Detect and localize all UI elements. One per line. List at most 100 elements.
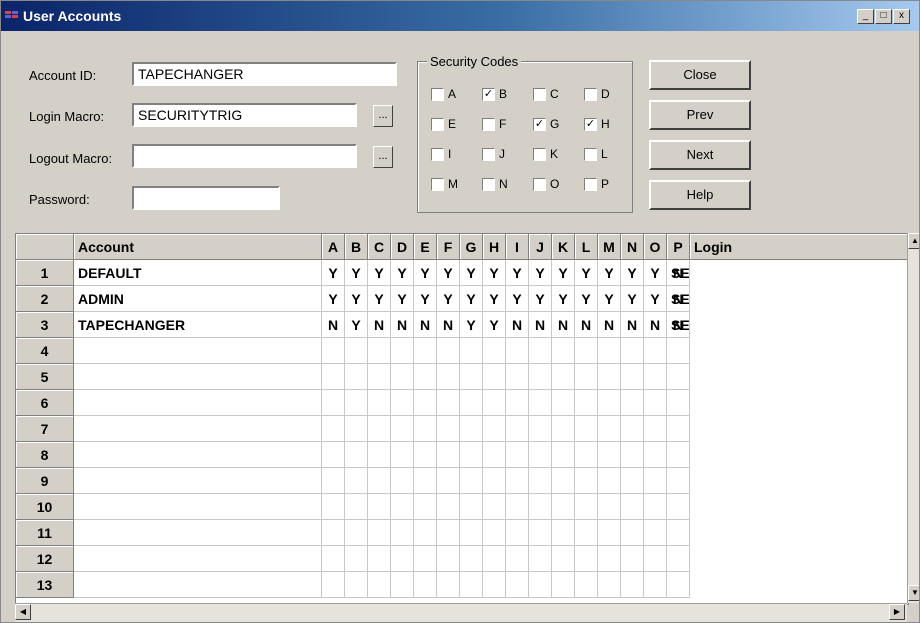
column-header-l[interactable]: L [575,234,598,260]
code-checkbox-a[interactable] [431,88,444,101]
code-cell[interactable] [506,364,529,390]
code-cell[interactable]: N [621,312,644,338]
code-cell[interactable] [483,390,506,416]
accounts-grid[interactable]: Account A B C D E F G H I J K L M N O P Login 1 DEFAULT Y Y Y Y… [15,233,909,605]
column-header-account[interactable]: Account [74,234,322,260]
code-checkbox-h[interactable]: ✓ [584,118,597,131]
code-cell[interactable] [368,338,391,364]
code-cell[interactable]: Y [460,260,483,286]
code-cell[interactable] [575,520,598,546]
code-cell[interactable] [483,520,506,546]
code-checkbox-l[interactable] [584,148,597,161]
code-cell[interactable] [575,338,598,364]
close-button[interactable]: Close [649,60,751,90]
code-cell[interactable] [529,546,552,572]
login-cell[interactable] [667,494,690,520]
code-cell[interactable]: Y [368,286,391,312]
code-cell[interactable] [529,468,552,494]
code-cell[interactable]: Y [575,286,598,312]
code-cell[interactable] [621,364,644,390]
column-header-j[interactable]: J [529,234,552,260]
account-cell[interactable] [74,494,322,520]
code-cell[interactable] [552,338,575,364]
account-cell[interactable] [74,546,322,572]
vertical-scrollbar[interactable]: ▲ ▼ [907,233,919,603]
code-cell[interactable]: Y [391,260,414,286]
code-checkbox-p[interactable] [584,178,597,191]
code-cell[interactable]: Y [368,260,391,286]
code-cell[interactable] [621,416,644,442]
code-checkbox-k[interactable] [533,148,546,161]
code-cell[interactable] [414,468,437,494]
code-cell[interactable] [437,520,460,546]
code-cell[interactable] [345,364,368,390]
code-cell[interactable] [621,546,644,572]
code-cell[interactable] [460,572,483,598]
scroll-down-icon[interactable]: ▼ [908,585,919,601]
code-cell[interactable] [414,546,437,572]
code-cell[interactable] [437,442,460,468]
code-cell[interactable]: Y [414,286,437,312]
code-cell[interactable]: N [437,312,460,338]
login-cell[interactable] [667,468,690,494]
code-cell[interactable] [575,468,598,494]
code-cell[interactable] [575,494,598,520]
logout-macro-field[interactable] [132,144,357,168]
code-cell[interactable] [322,520,345,546]
code-cell[interactable] [552,442,575,468]
code-cell[interactable] [322,572,345,598]
code-cell[interactable] [506,442,529,468]
code-cell[interactable] [644,416,667,442]
code-cell[interactable] [322,364,345,390]
code-cell[interactable] [506,546,529,572]
column-header-b[interactable]: B [345,234,368,260]
code-cell[interactable] [391,520,414,546]
code-checkbox-o[interactable] [533,178,546,191]
code-cell[interactable] [345,546,368,572]
code-cell[interactable] [345,494,368,520]
code-cell[interactable] [483,416,506,442]
code-cell[interactable] [322,494,345,520]
code-cell[interactable] [644,572,667,598]
account-cell[interactable] [74,468,322,494]
code-checkbox-f[interactable] [482,118,495,131]
code-cell[interactable] [529,364,552,390]
code-cell[interactable]: Y [345,312,368,338]
help-button[interactable]: Help [649,180,751,210]
code-cell[interactable] [368,494,391,520]
account-cell[interactable] [74,442,322,468]
code-cell[interactable] [529,442,552,468]
login-cell[interactable]: SECURITYTRIG [667,286,690,312]
row-header[interactable]: 3 [16,312,74,338]
code-cell[interactable] [621,338,644,364]
code-cell[interactable] [575,546,598,572]
code-cell[interactable] [644,442,667,468]
code-cell[interactable] [345,390,368,416]
code-cell[interactable]: Y [621,260,644,286]
code-cell[interactable] [391,442,414,468]
code-cell[interactable] [368,520,391,546]
code-cell[interactable]: Y [483,260,506,286]
account-cell[interactable]: DEFAULT [74,260,322,286]
code-cell[interactable]: Y [644,260,667,286]
code-cell[interactable] [552,416,575,442]
code-cell[interactable]: Y [483,312,506,338]
code-cell[interactable] [483,572,506,598]
code-cell[interactable]: Y [552,286,575,312]
code-cell[interactable] [575,442,598,468]
code-cell[interactable] [552,546,575,572]
code-cell[interactable] [506,468,529,494]
code-cell[interactable] [368,390,391,416]
code-cell[interactable]: Y [460,312,483,338]
code-cell[interactable] [483,442,506,468]
code-cell[interactable]: Y [529,286,552,312]
column-header-n[interactable]: N [621,234,644,260]
column-header-c[interactable]: C [368,234,391,260]
code-checkbox-m[interactable] [431,178,444,191]
code-cell[interactable] [437,494,460,520]
code-cell[interactable] [437,572,460,598]
code-cell[interactable] [391,390,414,416]
login-cell[interactable] [667,364,690,390]
code-cell[interactable]: Y [506,260,529,286]
row-header[interactable]: 6 [16,390,74,416]
